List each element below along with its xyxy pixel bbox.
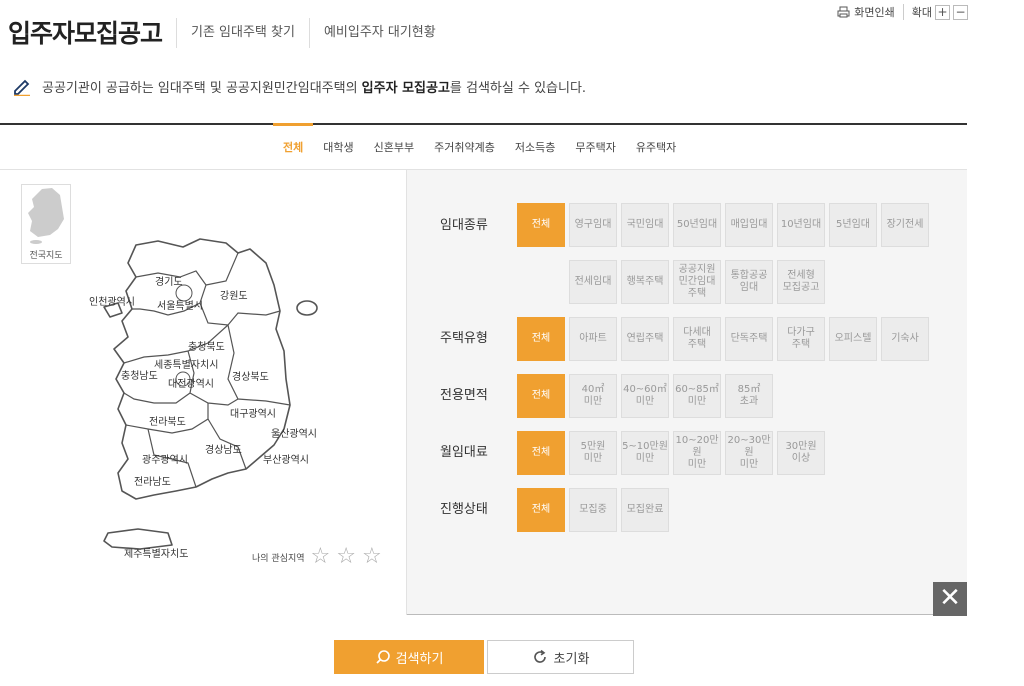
favorite-regions: 나의 관심지역 ☆ ☆ ☆ bbox=[252, 546, 382, 568]
favorite-star-icon-1[interactable]: ☆ bbox=[311, 546, 331, 568]
search-panel: 전국지도 경기도 인천광역시 서울특별시 강원도 충청북도 세종특별자치시 충청… bbox=[0, 169, 967, 616]
category-tabs: 전체 대학생 신혼부부 주거취약계층 저소득층 무주택자 유주택자 bbox=[273, 123, 686, 169]
favorite-star-icon-3[interactable]: ☆ bbox=[362, 546, 382, 568]
area-over-85[interactable]: 85㎡ 초과 bbox=[725, 374, 773, 418]
region-daejeon[interactable]: 대전광역시 bbox=[168, 375, 214, 390]
rental-type-10year[interactable]: 10년임대 bbox=[777, 203, 825, 247]
housing-type-all[interactable]: 전체 bbox=[517, 317, 565, 361]
status-label: 진행상태 bbox=[440, 502, 488, 517]
category-tab-homeowners[interactable]: 유주택자 bbox=[626, 125, 686, 169]
region-seoul[interactable]: 서울특별시 bbox=[157, 297, 203, 312]
close-panel-button[interactable]: ✕ bbox=[933, 582, 967, 616]
pencil-icon bbox=[14, 79, 30, 96]
nationwide-map-button[interactable]: 전국지도 bbox=[21, 184, 71, 264]
reset-button[interactable]: 초기화 bbox=[487, 640, 634, 674]
region-gyeonggi[interactable]: 경기도 bbox=[155, 273, 183, 288]
region-busan[interactable]: 부산광역시 bbox=[263, 451, 309, 466]
rental-type-national[interactable]: 국민임대 bbox=[621, 203, 669, 247]
printer-icon bbox=[837, 6, 850, 18]
area-40-60[interactable]: 40~60㎡ 미만 bbox=[621, 374, 669, 418]
status-recruiting[interactable]: 모집중 bbox=[569, 488, 617, 532]
favorite-label: 나의 관심지역 bbox=[252, 553, 305, 564]
reset-button-label: 초기화 bbox=[553, 651, 590, 667]
status-all[interactable]: 전체 bbox=[517, 488, 565, 532]
housing-type-officetel[interactable]: 오피스텔 bbox=[829, 317, 877, 361]
rental-type-permanent[interactable]: 영구임대 bbox=[569, 203, 617, 247]
zoom-out-button[interactable]: − bbox=[953, 4, 968, 20]
rent-all[interactable]: 전체 bbox=[517, 431, 565, 475]
region-ulsan[interactable]: 울산광역시 bbox=[271, 425, 317, 440]
status-closed[interactable]: 모집완료 bbox=[621, 488, 669, 532]
region-gwangju[interactable]: 광주광역시 bbox=[142, 451, 188, 466]
category-tab-homeless[interactable]: 무주택자 bbox=[565, 125, 625, 169]
category-tab-all[interactable]: 전체 bbox=[273, 123, 314, 169]
zoom-control: 확대 + − bbox=[904, 4, 968, 20]
search-icon bbox=[375, 650, 390, 664]
category-tab-students[interactable]: 대학생 bbox=[313, 125, 363, 169]
area-under-40[interactable]: 40㎡ 미만 bbox=[569, 374, 617, 418]
region-gyeongnam[interactable]: 경상남도 bbox=[205, 441, 242, 456]
tab-existing-rental[interactable]: 기존 임대주택 찾기 bbox=[176, 18, 309, 48]
housing-type-apartment[interactable]: 아파트 bbox=[569, 317, 617, 361]
rental-type-public-private[interactable]: 공공지원 민간임대 주택 bbox=[673, 260, 721, 304]
search-button[interactable]: 검색하기 bbox=[334, 640, 484, 674]
utility-bar: 화면인쇄 확대 + − bbox=[837, 4, 968, 20]
rental-type-happy-housing[interactable]: 행복주택 bbox=[621, 260, 669, 304]
favorite-star-icon-2[interactable]: ☆ bbox=[336, 546, 356, 568]
tab-waiting-status[interactable]: 예비입주자 대기현황 bbox=[308, 18, 450, 48]
housing-type-row-house[interactable]: 연립주택 bbox=[621, 317, 669, 361]
housing-type-label: 주택유형 bbox=[440, 331, 488, 346]
housing-type-detached[interactable]: 단독주택 bbox=[725, 317, 773, 361]
rental-type-integrated[interactable]: 통합공공 임대 bbox=[725, 260, 773, 304]
region-gyeongbuk[interactable]: 경상북도 bbox=[232, 368, 269, 383]
rental-type-label: 임대종류 bbox=[440, 218, 488, 233]
print-button[interactable]: 화면인쇄 bbox=[837, 4, 904, 20]
area-label: 전용면적 bbox=[440, 388, 488, 403]
rental-type-purchase[interactable]: 매입임대 bbox=[725, 203, 773, 247]
rent-over-30[interactable]: 30만원 이상 bbox=[777, 431, 825, 475]
close-icon: ✕ bbox=[939, 583, 961, 613]
rent-label: 월임대료 bbox=[440, 445, 488, 460]
rental-type-long-jeonse[interactable]: 장기전세 bbox=[881, 203, 929, 247]
area-all[interactable]: 전체 bbox=[517, 374, 565, 418]
region-daegu[interactable]: 대구광역시 bbox=[230, 405, 276, 420]
rental-type-jeonse-notice[interactable]: 전세형 모집공고 bbox=[777, 260, 825, 304]
header-tabs: 기존 임대주택 찾기 예비입주자 대기현황 bbox=[176, 18, 450, 48]
page-title: 입주자모집공고 bbox=[8, 19, 163, 48]
housing-type-dormitory[interactable]: 기숙사 bbox=[881, 317, 929, 361]
rent-5-10[interactable]: 5~10만원 미만 bbox=[621, 431, 669, 475]
zoom-label: 확대 bbox=[911, 6, 932, 19]
rental-type-50year[interactable]: 50년임대 bbox=[673, 203, 721, 247]
description: 공공기관이 공급하는 임대주택 및 공공지원민간임대주택의 입주자 모집공고를 … bbox=[12, 76, 586, 96]
category-tab-vulnerable[interactable]: 주거취약계층 bbox=[424, 125, 505, 169]
region-chungnam[interactable]: 충청남도 bbox=[121, 367, 158, 382]
category-tab-low-income[interactable]: 저소득층 bbox=[505, 125, 565, 169]
category-tab-newlyweds[interactable]: 신혼부부 bbox=[364, 125, 424, 169]
region-jeonbuk[interactable]: 전라북도 bbox=[149, 413, 186, 428]
zoom-in-button[interactable]: + bbox=[935, 4, 950, 20]
description-text: 공공기관이 공급하는 임대주택 및 공공지원민간임대주택의 입주자 모집공고를 … bbox=[42, 80, 587, 96]
search-button-label: 검색하기 bbox=[395, 651, 444, 667]
map-area: 전국지도 경기도 인천광역시 서울특별시 강원도 충청북도 세종특별자치시 충청… bbox=[0, 170, 407, 615]
region-incheon[interactable]: 인천광역시 bbox=[89, 293, 135, 308]
region-gangwon[interactable]: 강원도 bbox=[220, 287, 248, 302]
region-sejong[interactable]: 세종특별자치시 bbox=[154, 356, 218, 371]
rental-type-5year[interactable]: 5년임대 bbox=[829, 203, 877, 247]
korea-map[interactable] bbox=[88, 233, 328, 553]
housing-type-multiplex[interactable]: 다세대 주택 bbox=[673, 317, 721, 361]
korea-mini-map-icon bbox=[28, 188, 64, 244]
rent-20-30[interactable]: 20~30만원 미만 bbox=[725, 431, 773, 475]
rent-under-5[interactable]: 5만원 미만 bbox=[569, 431, 617, 475]
housing-type-multi-family[interactable]: 다가구 주택 bbox=[777, 317, 825, 361]
area-60-85[interactable]: 60~85㎡ 미만 bbox=[673, 374, 721, 418]
region-jeonnam[interactable]: 전라남도 bbox=[134, 473, 171, 488]
rental-type-all[interactable]: 전체 bbox=[517, 203, 565, 247]
region-jeju[interactable]: 제주특별자치도 bbox=[124, 545, 188, 560]
refresh-icon bbox=[533, 649, 546, 663]
region-chungbuk[interactable]: 충청북도 bbox=[188, 338, 225, 353]
print-label: 화면인쇄 bbox=[854, 6, 895, 19]
rent-10-20[interactable]: 10~20만원 미만 bbox=[673, 431, 721, 475]
rental-type-jeonse[interactable]: 전세임대 bbox=[569, 260, 617, 304]
